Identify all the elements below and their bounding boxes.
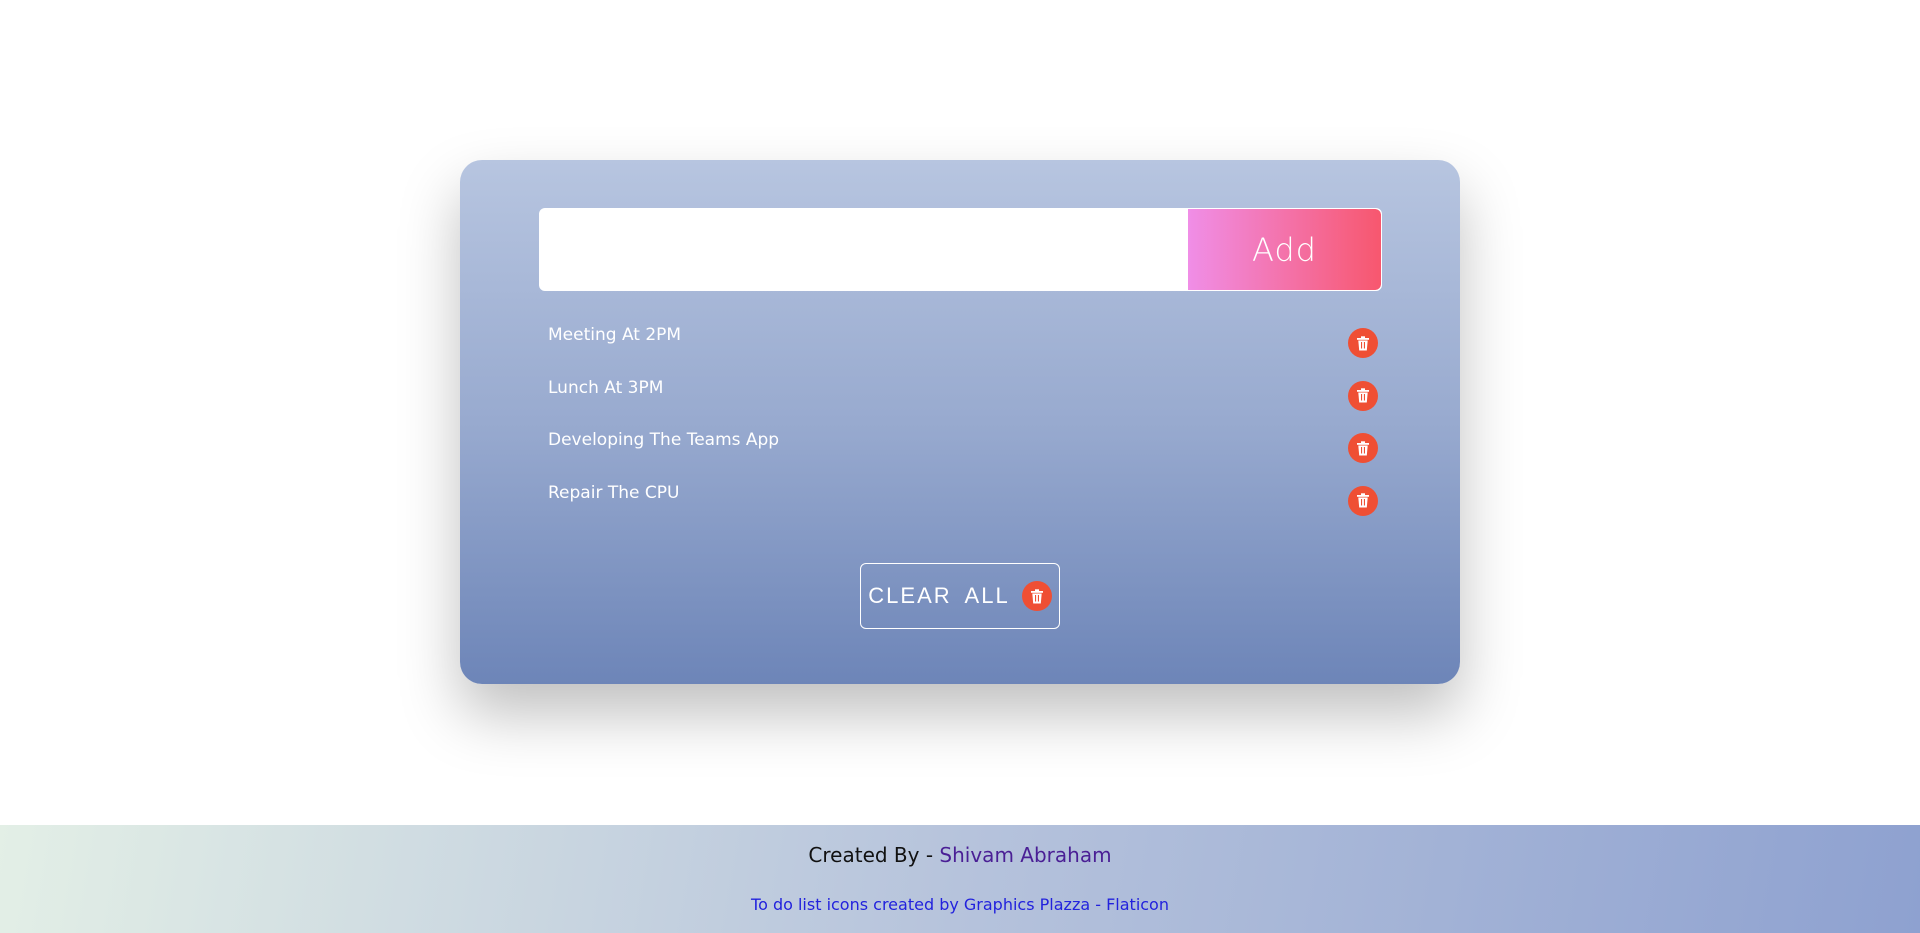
icon-attribution-link[interactable]: To do list icons created by Graphics Pla…	[0, 895, 1920, 914]
task-input[interactable]	[540, 209, 1188, 290]
task-item: Meeting At 2PM	[548, 325, 1378, 378]
trash-icon	[1356, 440, 1370, 456]
input-row: Add	[539, 208, 1382, 291]
created-by-prefix: Created By -	[808, 843, 940, 867]
trash-icon	[1356, 335, 1370, 351]
page: Add Meeting At 2PM Lunch At 3PM Developi…	[0, 0, 1920, 933]
clear-all-button[interactable]: CLEAR ALL	[860, 563, 1060, 629]
created-by: Created By - Shivam Abraham	[0, 843, 1920, 867]
delete-task-button[interactable]	[1348, 328, 1378, 358]
task-text: Repair The CPU	[548, 482, 680, 503]
task-text: Developing The Teams App	[548, 430, 780, 450]
trash-icon	[1021, 581, 1052, 611]
trash-icon	[1356, 388, 1370, 403]
task-item: Repair The CPU	[548, 483, 1378, 536]
add-button[interactable]: Add	[1188, 209, 1381, 290]
delete-task-button[interactable]	[1348, 433, 1378, 463]
task-item: Developing The Teams App	[548, 430, 1378, 483]
trash-icon	[1356, 493, 1370, 508]
footer: Created By - Shivam Abraham To do list i…	[0, 825, 1920, 933]
task-item: Lunch At 3PM	[548, 378, 1378, 431]
task-text: Meeting At 2PM	[548, 325, 682, 345]
delete-task-button[interactable]	[1348, 485, 1378, 516]
task-list: Meeting At 2PM Lunch At 3PM Developing T…	[548, 325, 1378, 535]
task-text: Lunch At 3PM	[548, 377, 664, 398]
delete-task-button[interactable]	[1348, 380, 1378, 411]
todo-card: Add Meeting At 2PM Lunch At 3PM Developi…	[460, 160, 1460, 684]
clear-all-label: CLEAR ALL	[868, 583, 1010, 608]
author-name: Shivam Abraham	[939, 843, 1112, 867]
